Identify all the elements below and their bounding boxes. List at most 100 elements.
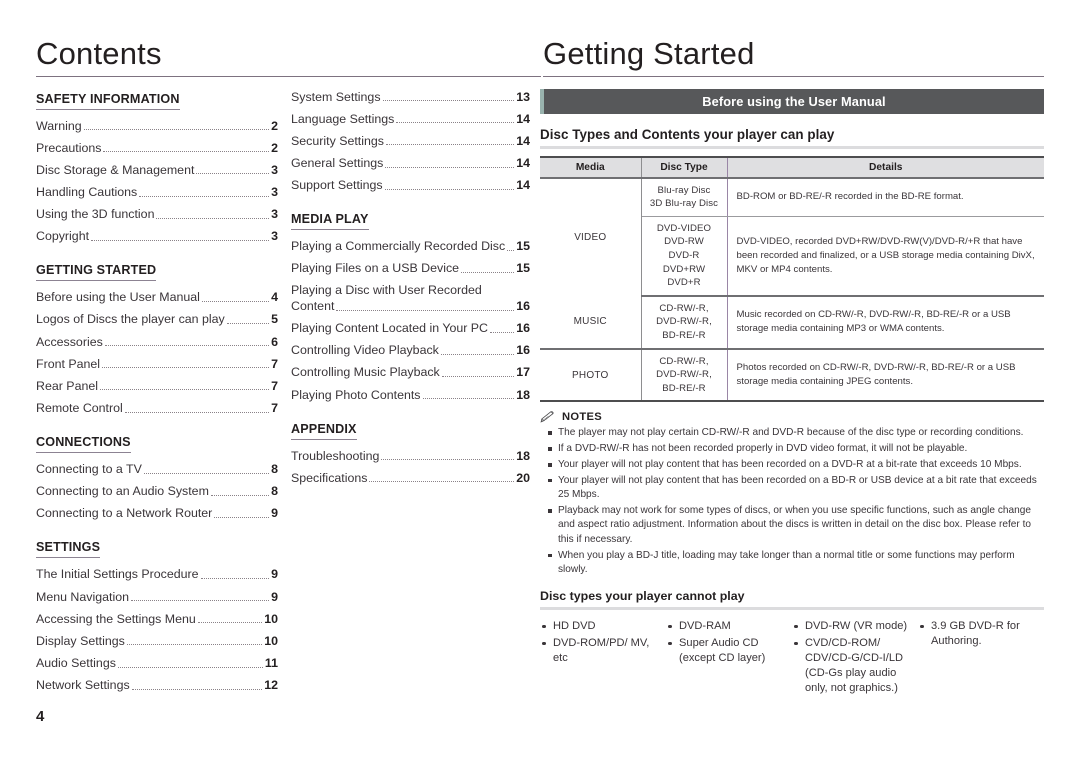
toc-entry[interactable]: Disc Storage & Management 3 [36,163,278,179]
toc-entry[interactable]: Controlling Video Playback 16 [291,343,530,359]
dot-leader [336,309,515,311]
toc-entry-label: Logos of Discs the player can play [36,312,225,327]
toc-entry-label: The Initial Settings Procedure [36,567,199,582]
toc-entry-label: Front Panel [36,356,101,371]
toc-entry[interactable]: Display Settings 10 [36,634,278,650]
toc-entry-page: 6 [271,334,278,349]
toc-entry-label-cont: Content [291,299,335,314]
toc-entry[interactable]: Support Settings 14 [291,178,530,194]
table-row: PHOTO CD-RW/-R, DVD-RW/-R, BD-RE/-R Photos r… [540,348,1044,403]
toc-entry[interactable]: System Settings 13 [291,90,530,106]
toc-entry-label: Audio Settings [36,655,116,670]
toc-entry[interactable]: Audio Settings 11 [36,656,278,672]
dot-leader [91,239,270,241]
dot-leader [130,600,270,602]
toc-entry[interactable]: Connecting to a TV 8 [36,462,278,478]
notes-title-label: NOTES [562,411,603,424]
dot-leader [201,300,270,302]
toc-entry[interactable]: Accessing the Settings Menu 10 [36,612,278,628]
toc-entry-page: 3 [271,184,278,199]
toc-entry-label: Support Settings [291,178,383,193]
toc-entry[interactable]: Language Settings 14 [291,112,530,128]
toc-entry[interactable]: Menu Navigation 9 [36,590,278,606]
toc-entry-page: 15 [516,261,530,276]
toc-column-2: System Settings 13 Language Settings 14 Secu… [288,90,540,701]
toc-entry-page: 13 [516,89,530,104]
toc-entry-page: 18 [516,448,530,463]
dot-leader [196,173,270,175]
toc-columns: SAFETY INFORMATION Warning 2 Precautions 2 Di… [36,90,541,701]
toc-entry-page: 3 [271,229,278,244]
toc-entry-page: 9 [271,567,278,582]
dot-leader [103,151,270,153]
toc-entry-page: 7 [271,400,278,415]
cannot-play-columns: HD DVD DVD-ROM/PD/ MV, etc DVD-RAM Super Au… [540,619,1044,698]
toc-entry[interactable]: Rear Panel 7 [36,379,278,395]
dot-leader [100,389,270,391]
cannot-play-list: DVD-RW (VR mode) CVD/CD-ROM/ CDV/CD-G/CD-… [792,619,910,696]
toc-entry[interactable]: Handling Cautions 3 [36,185,278,201]
note-item: The player may not play certain CD-RW/-R… [540,426,1044,440]
toc-entry-page: 15 [516,239,530,254]
toc-entry[interactable]: Specifications 20 [291,471,530,487]
toc-entry-page: 18 [516,387,530,402]
toc-entry-label: Playing Photo Contents [291,387,421,402]
toc-entry[interactable]: Using the 3D function 3 [36,207,278,223]
dot-leader [102,367,270,369]
notes-block: NOTES The player may not play certain CD… [540,411,1044,577]
page-title-getting-started: Getting Started [543,37,1044,77]
toc-entry[interactable]: Accessories 6 [36,335,278,351]
toc-entry[interactable]: Playing a Commercially Recorded Disc 15 [291,239,530,255]
toc-entry-page: 2 [271,118,278,133]
toc-entry-label: General Settings [291,155,384,170]
toc-entry-label: Remote Control [36,400,123,415]
toc-entry-page: 4 [271,290,278,305]
toc-entry[interactable]: Before using the User Manual 4 [36,290,278,306]
toc-entry[interactable]: Troubleshooting 18 [291,449,530,465]
cannot-play-item: DVD-ROM/PD/ MV, etc [540,636,658,666]
dot-leader [369,481,515,483]
toc-entry[interactable]: Logos of Discs the player can play 5 [36,312,278,328]
cannot-play-item: DVD-RAM [666,619,784,634]
cannot-play-column: DVD-RAM Super Audio CD (except CD layer) [666,619,792,698]
toc-entry[interactable]: Network Settings 12 [36,678,278,694]
toc-entry-label: Precautions [36,140,102,155]
toc-entry[interactable]: Playing Photo Contents 18 [291,388,530,404]
toc-entry[interactable]: General Settings 14 [291,156,530,172]
toc-entry-label: Warning [36,118,82,133]
toc-entry[interactable]: Copyright 3 [36,229,278,245]
dot-leader [143,472,270,474]
cell-details: Photos recorded on CD-RW/-R, DVD-RW/-R, … [727,348,1044,403]
toc-entry[interactable]: Connecting to a Network Router 9 [36,506,278,522]
toc-section-heading: SETTINGS [36,540,101,559]
cannot-play-list: HD DVD DVD-ROM/PD/ MV, etc [540,619,658,666]
toc-entry[interactable]: Front Panel 7 [36,357,278,373]
dot-leader [396,122,515,124]
toc-entry-label: Language Settings [291,111,395,126]
pencil-icon [540,411,555,424]
note-item: When you play a BD-J title, loading may … [540,549,1044,578]
toc-entry-label: Accessories [36,334,103,349]
toc-entry[interactable]: Controlling Music Playback 17 [291,365,530,381]
toc-entry-label: Before using the User Manual [36,290,200,305]
dot-leader [385,166,515,168]
toc-entry[interactable]: Warning 2 [36,119,278,135]
toc-entry-label: Disc Storage & Management [36,162,195,177]
toc-entry-page: 8 [271,462,278,477]
cannot-play-column: 3.9 GB DVD-R for Authoring. [918,619,1044,698]
note-item: Playback may not work for some types of … [540,504,1044,547]
toc-entry[interactable]: Playing a Disc with User Recorded Content… [291,283,530,314]
toc-entry-label: Menu Navigation [36,589,129,604]
toc-entry[interactable]: Security Settings 14 [291,134,530,150]
toc-entry[interactable]: Connecting to an Audio System 8 [36,484,278,500]
cell-disc-type: DVD-VIDEO DVD-RW DVD-R DVD+RW DVD+R [641,216,728,297]
toc-entry[interactable]: Playing Files on a USB Device 15 [291,261,530,277]
toc-entry-page: 16 [516,299,530,314]
dot-leader [382,100,515,102]
toc-entry[interactable]: Precautions 2 [36,141,278,157]
toc-entry-page: 16 [516,343,530,358]
toc-entry[interactable]: Playing Content Located in Your PC 16 [291,321,530,337]
toc-entry[interactable]: The Initial Settings Procedure 9 [36,567,278,583]
toc-entry[interactable]: Remote Control 7 [36,401,278,417]
toc-entry-page: 11 [264,655,278,670]
